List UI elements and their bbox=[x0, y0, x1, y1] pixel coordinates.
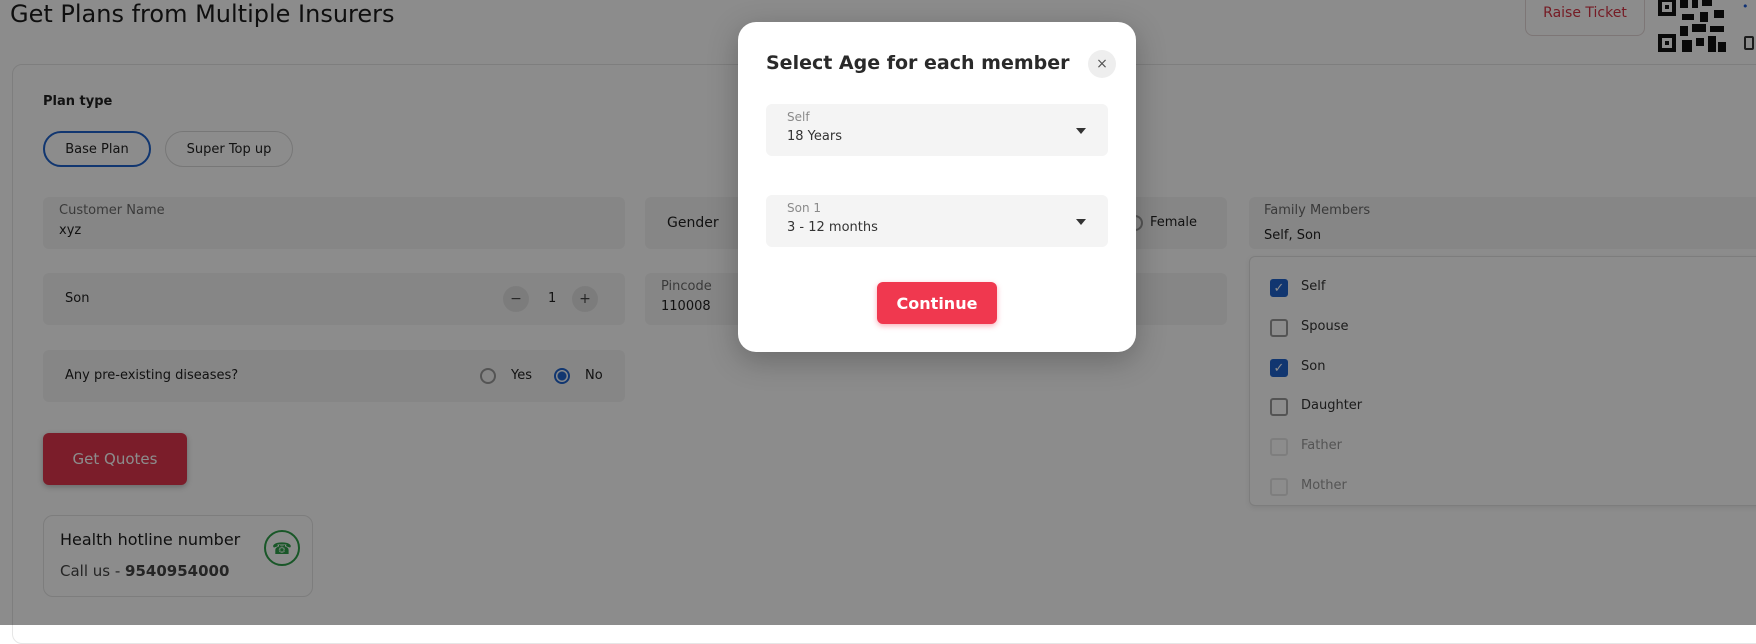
age-select-son-1-value: 3 - 12 months bbox=[787, 220, 878, 235]
modal-title: Select Age for each member bbox=[766, 52, 1070, 74]
continue-button[interactable]: Continue bbox=[877, 282, 997, 324]
age-select-self[interactable]: Self 18 Years bbox=[766, 104, 1108, 156]
age-selection-modal: Select Age for each member × Self 18 Yea… bbox=[738, 22, 1136, 352]
age-select-self-value: 18 Years bbox=[787, 129, 842, 144]
caret-down-icon bbox=[1076, 219, 1086, 225]
close-icon[interactable]: × bbox=[1088, 50, 1116, 78]
caret-down-icon bbox=[1076, 128, 1086, 134]
age-select-self-label: Self bbox=[787, 110, 810, 124]
age-select-son-1[interactable]: Son 1 3 - 12 months bbox=[766, 195, 1108, 247]
age-select-son-1-label: Son 1 bbox=[787, 201, 822, 215]
